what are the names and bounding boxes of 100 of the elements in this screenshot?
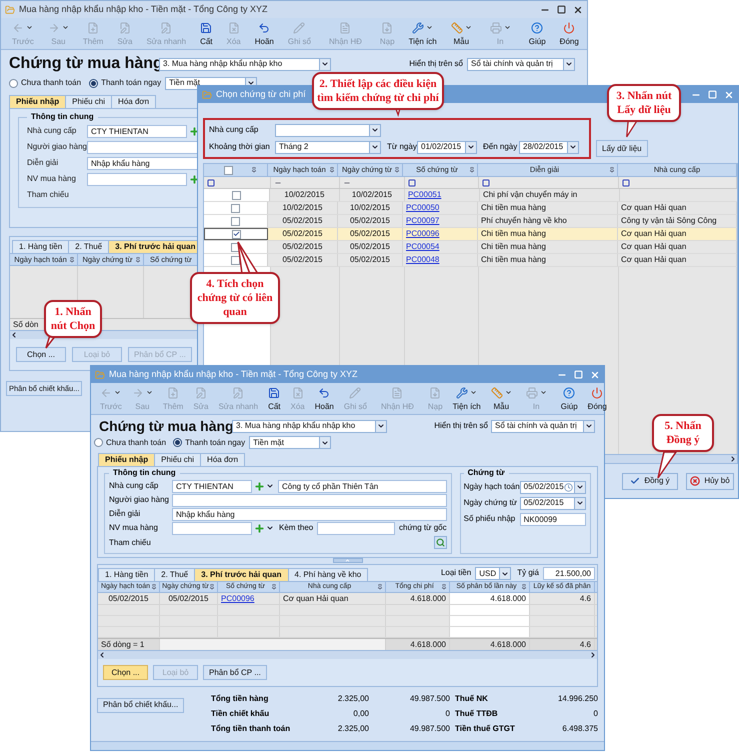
tab[interactable]: Hóa đơn	[200, 453, 246, 466]
document-link[interactable]: PC00096	[406, 228, 440, 240]
document-link[interactable]: PC00051	[408, 189, 442, 201]
table-cell: 05/02/2015	[338, 215, 403, 227]
text-field[interactable]: 21.500,00	[543, 567, 595, 580]
filter-icon[interactable]	[408, 178, 416, 186]
button[interactable]: Phân bổ CP ...	[203, 665, 267, 680]
add-button[interactable]	[189, 174, 200, 184]
toolbar-button[interactable]: Hoãn	[310, 386, 339, 410]
toolbar-button[interactable]: Cất	[263, 386, 286, 410]
tab[interactable]: 3. Phí trước hải quan	[194, 568, 289, 581]
document-link[interactable]: PC00048	[406, 254, 440, 266]
document-link[interactable]: PC00050	[406, 202, 440, 214]
checkbox[interactable]	[224, 166, 233, 174]
text-field[interactable]: CTY THIENTAN	[87, 124, 187, 138]
button[interactable]: Chọn ...	[16, 347, 66, 362]
dropdown-field[interactable]: Sổ tài chính và quản trị	[467, 58, 575, 70]
scroll-right-icon[interactable]	[729, 455, 737, 463]
filter-icon[interactable]	[622, 178, 630, 186]
lookup-button[interactable]	[434, 536, 447, 549]
document-link[interactable]: PC00054	[406, 241, 440, 253]
ok-button[interactable]: Đồng ý	[622, 472, 678, 490]
radio-button[interactable]: Chưa thanh toán	[94, 436, 166, 448]
tab[interactable]: 1. Hàng tiền	[12, 240, 70, 253]
collapse-handle[interactable]	[332, 558, 362, 563]
dropdown-field[interactable]: 05/02/2015	[520, 480, 586, 494]
scroll-left-icon[interactable]	[98, 651, 106, 659]
save-icon	[200, 22, 212, 34]
button[interactable]: Lấy dữ liệu	[596, 140, 648, 157]
dropdown-field[interactable]: USD	[475, 567, 512, 580]
dropdown-field[interactable]	[275, 124, 381, 136]
text-field[interactable]	[317, 522, 395, 534]
add-button[interactable]	[189, 126, 200, 136]
filter-icon[interactable]	[482, 178, 490, 186]
tab[interactable]: 1. Hàng tiền	[98, 568, 156, 581]
dropdown-field[interactable]: 05/02/2015	[520, 496, 586, 510]
text-field[interactable]	[172, 522, 252, 534]
document-link[interactable]: PC00097	[406, 215, 440, 227]
label: Ngày chứng từ	[464, 497, 518, 509]
close-button[interactable]	[573, 4, 583, 14]
dropdown-field[interactable]: Sổ tài chính và quản trị	[491, 420, 595, 432]
checkbox[interactable]	[231, 204, 240, 212]
radio-button[interactable]: Chưa thanh toán	[9, 77, 82, 89]
dropdown-field[interactable]: 3. Mua hàng nhập khẩu nhập kho	[159, 58, 331, 70]
text-field[interactable]: Công ty cổ phần Thiên Tân	[278, 480, 447, 492]
toolbar-button[interactable]: Tiện ích	[448, 386, 486, 410]
toolbar-button[interactable]: Tiện ích	[402, 22, 444, 46]
checkbox[interactable]	[231, 216, 240, 226]
dropdown-field[interactable]: Tiền mặt	[249, 436, 332, 449]
text-field[interactable]	[87, 172, 187, 186]
toolbar-button[interactable]: Hoãn	[248, 22, 281, 46]
scroll-left-icon[interactable]	[10, 331, 18, 339]
toolbar-button[interactable]: Giúp	[522, 22, 553, 46]
tab[interactable]: Phiếu nhập	[9, 95, 66, 108]
checkbox[interactable]	[232, 190, 241, 200]
cancel-button[interactable]: Hủy bỏ	[686, 472, 734, 490]
toolbar-button[interactable]: Cất	[193, 22, 220, 46]
dropdown-field[interactable]: 28/02/2015	[519, 140, 579, 154]
text-field[interactable]: Nhập khẩu hàng	[172, 508, 447, 520]
toolbar-button[interactable]: Mẫu	[444, 22, 479, 46]
toolbar-button[interactable]: Đóng	[582, 386, 612, 410]
radio-button[interactable]: Thanh toán ngay	[89, 77, 162, 89]
document-link[interactable]: PC00096	[221, 593, 254, 604]
clock-icon[interactable]	[564, 482, 573, 492]
save-icon	[268, 386, 280, 398]
table-cell: 05/02/2015	[268, 228, 338, 240]
scrollbar[interactable]	[98, 650, 597, 659]
tab[interactable]: 4. Phí hàng về kho	[288, 568, 368, 581]
dropdown-field[interactable]: 3. Mua hàng nhập khẩu nhập kho	[232, 420, 387, 432]
button[interactable]: Chọn ...	[103, 665, 148, 680]
toolbar-button[interactable]: Mẫu	[486, 386, 517, 410]
filter-icon[interactable]	[207, 178, 215, 186]
maximize-button[interactable]	[557, 5, 566, 14]
tab[interactable]: Phiếu chi	[154, 453, 202, 466]
text-field[interactable]	[172, 494, 447, 506]
dropdown-field[interactable]: Tháng 2	[275, 140, 381, 154]
tab[interactable]: Phiếu chi	[65, 95, 112, 108]
pin-icon	[521, 584, 527, 590]
toolbar-button[interactable]: Đóng	[552, 22, 586, 46]
text-field[interactable]: CTY THIENTAN	[172, 480, 252, 492]
scroll-right-icon[interactable]	[589, 651, 597, 659]
label: 2.325,00	[336, 692, 369, 704]
toolbar-button[interactable]: Giúp	[556, 386, 583, 410]
table-row[interactable]: 05/02/2015 05/02/2015 PC00097 Phí chuyển hàng về kho Công ty vận tải Sông Công	[204, 215, 737, 228]
text-field[interactable]: NK00099	[520, 512, 586, 526]
checkbox[interactable]	[231, 256, 240, 264]
dropdown-field[interactable]: 01/02/2015	[417, 140, 477, 154]
table-row[interactable]: 05/02/2015 05/02/2015 PC00048 Chi tiền mua hàng Cơ quan Hải quan	[204, 254, 737, 267]
tab[interactable]: Phiếu nhập	[98, 453, 156, 466]
caret-icon[interactable]	[266, 524, 274, 532]
caret-icon	[371, 126, 379, 134]
caret-icon[interactable]	[266, 482, 274, 490]
table-row[interactable]: 05/02/2015 05/02/2015 PC00096 Chi tiền mua hàng Cơ quan Hải quan	[204, 228, 737, 241]
checkbox[interactable]	[232, 230, 240, 238]
table-row[interactable]: 05/02/2015 05/02/2015 PC00054 Chi tiền mua hàng Cơ quan Hải quan	[204, 241, 737, 254]
table-row[interactable]: 10/02/2015 10/02/2015 PC00050 Chi tiền mua hàng Cơ quan Hải quan	[204, 202, 737, 215]
radio-button[interactable]: Thanh toán ngay	[173, 436, 246, 448]
table-row[interactable]: 10/02/2015 10/02/2015 PC00051 Chi phí vận chuyển máy in	[204, 189, 737, 202]
button[interactable]: Phân bổ chiết khấu...	[97, 698, 184, 712]
tab[interactable]: Hóa đơn	[111, 95, 156, 108]
